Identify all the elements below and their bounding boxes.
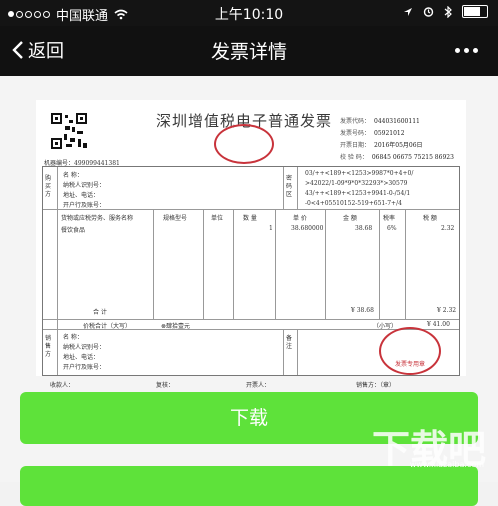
invoice-stamp-seal: 发票专用章	[379, 327, 441, 375]
invoice-image: 深圳增值税电子普通发票 发票代码： 044031600111 发票号码： 05921…	[36, 100, 466, 389]
seller-address-label: 地址、电话：	[63, 354, 100, 361]
watermark-url: www.xiazaiba.com	[409, 460, 484, 469]
code-label: 发票代码：	[340, 118, 371, 125]
item-name: 餐饮食品	[61, 227, 86, 234]
col-goods-header: 货物或应税劳务、服务名称	[61, 215, 134, 222]
battery-icon	[462, 5, 488, 18]
item-tax: 2.32	[441, 225, 455, 232]
seller-side-label: 销售方	[45, 335, 52, 358]
bluetooth-icon	[444, 5, 452, 18]
buyer-taxid-label: 纳税人识别号：	[63, 182, 106, 189]
cipher-line-2: >42022/1-09*9*0*32293*>30579	[305, 180, 408, 187]
col-amount-header: 金 额	[343, 215, 357, 222]
footer-review: 复核：	[156, 382, 175, 389]
alarm-icon	[423, 7, 434, 17]
total-number: ¥ 41.00	[427, 321, 450, 328]
total-words: ⊗肆拾壹元	[161, 323, 191, 330]
item-price: 38.680000	[291, 225, 324, 232]
invoice-header-seal	[214, 124, 274, 164]
number-label: 发票号码：	[340, 130, 371, 137]
nav-bar: 返回 发票详情	[0, 26, 498, 76]
buyer-side-label: 购买方	[45, 175, 52, 198]
invoice-detail-content: 深圳增值税电子普通发票 发票代码： 044031600111 发票号码： 05921…	[0, 76, 498, 506]
page-title: 发票详情	[210, 41, 287, 63]
invoice-table: 购买方 名 称： 纳税人识别号： 地址、电话： 开户行及账号： 密码区 03/+…	[42, 166, 460, 376]
invoice-date: 2016年05月06日	[374, 142, 423, 149]
footer-payee: 收款人：	[50, 382, 75, 389]
remark-side-label: 备注	[286, 335, 293, 350]
buyer-name-label: 名 称：	[63, 172, 83, 179]
location-icon	[404, 7, 412, 16]
invoice-number: 05921012	[374, 130, 405, 137]
col-qty-header: 数 量	[243, 215, 257, 222]
more-options-icon[interactable]	[455, 48, 478, 53]
date-label: 开票日期：	[340, 142, 371, 149]
subtotal-tax: ¥ 2.32	[437, 307, 457, 314]
seller-name-label: 名 称：	[63, 334, 83, 341]
buyer-bank-label: 开户行及账号：	[63, 202, 106, 209]
col-tax-header: 税 额	[423, 215, 437, 222]
total-small-label: （小写）	[373, 323, 398, 330]
item-qty: 1	[269, 225, 273, 232]
col-rate-header: 税率	[383, 215, 396, 222]
check-code: 06845 06675 75215 86923	[371, 154, 454, 161]
col-unit-header: 单位	[211, 215, 224, 222]
cipher-line-1: 03/++<189+<1253>9987*0+4+0/	[305, 170, 414, 177]
invoice-code: 044031600111	[374, 118, 420, 125]
col-price-header: 单 价	[293, 215, 307, 222]
item-amount: 38.68	[355, 225, 373, 232]
col-spec-header: 规格型号	[163, 215, 188, 222]
total-label: 价税合计（大写）	[83, 323, 132, 330]
cipher-side-label: 密码区	[286, 175, 293, 198]
seal-text: 发票专用章	[395, 361, 426, 368]
cipher-line-3: 43/++<189+<1253+9941-0-/54/1	[305, 190, 411, 197]
status-bar: 中国联通 上午10:10	[0, 0, 498, 26]
subtotal-label: 合 计	[93, 309, 107, 316]
seller-taxid-label: 纳税人识别号：	[63, 344, 106, 351]
status-icons	[403, 5, 488, 18]
check-label: 校 验 码：	[340, 154, 368, 161]
subtotal-amount: ¥ 38.68	[351, 307, 374, 314]
item-rate: 6%	[387, 225, 397, 232]
qr-code-icon	[50, 112, 88, 150]
footer-issuer: 开票人：	[246, 382, 271, 389]
cipher-line-4: -0<4+05510152-519+651-7+/4	[305, 200, 402, 207]
invoice-meta: 发票代码： 044031600111 发票号码： 05921012 开票日期： 201…	[340, 116, 454, 164]
seller-bank-label: 开户行及账号：	[63, 364, 106, 371]
buyer-address-label: 地址、电话：	[63, 192, 100, 199]
footer-seller: 销售方：（章）	[356, 382, 396, 389]
